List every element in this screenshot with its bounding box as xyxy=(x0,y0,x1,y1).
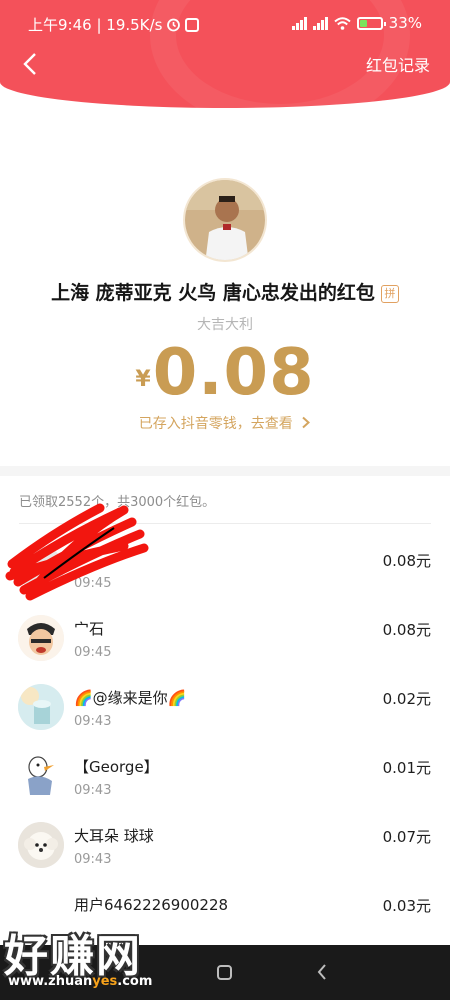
receive-time: 09:43 xyxy=(74,852,112,867)
battery-level xyxy=(359,19,367,27)
avatar xyxy=(18,615,64,661)
currency-symbol: ¥ xyxy=(135,367,151,392)
back-button[interactable] xyxy=(14,48,46,80)
battery-percent: 33% xyxy=(388,14,422,32)
receiver-name: 用户6462226900228 xyxy=(74,896,229,914)
avatar xyxy=(18,684,64,730)
home-button[interactable] xyxy=(217,965,232,980)
receive-amount: 0.03元 xyxy=(382,897,431,915)
sender-text: 上海 庞蒂亚克 火鸟 唐心忠发出的红包 xyxy=(51,282,375,304)
receive-amount: 0.08元 xyxy=(382,552,431,570)
receiver-name: 宀石 xyxy=(74,620,105,638)
alarm-icon xyxy=(167,18,181,32)
watermark-url: www.zhuanyes.com xyxy=(8,974,153,989)
chevron-right-icon xyxy=(302,416,311,429)
status-time: 上午9:46 | 19.5K/s xyxy=(28,16,163,34)
person-photo xyxy=(185,180,265,260)
receiver-name: 【George】 xyxy=(74,758,159,776)
status-bar: 上午9:46 | 19.5K/s 33% xyxy=(0,0,450,46)
signal-icon xyxy=(312,16,328,30)
battery-icon xyxy=(356,16,386,30)
notification-icon xyxy=(185,17,200,32)
wifi-icon xyxy=(334,16,351,30)
receiver-name: 大耳朵 球球 xyxy=(74,827,154,845)
receive-amount: 0.02元 xyxy=(382,690,431,708)
received-amount: ¥0.08 xyxy=(0,336,450,410)
list-item[interactable]: 🌈@缘来是你🌈 09:43 0.02元 xyxy=(0,676,450,745)
greeting-text: 大吉大利 xyxy=(197,317,253,333)
sender-title: 上海 庞蒂亚克 火鸟 唐心忠发出的红包拼 xyxy=(0,278,450,305)
receive-time: 09:43 xyxy=(74,783,112,798)
chevron-left-icon xyxy=(23,53,36,75)
receive-time: 09:43 xyxy=(74,714,112,729)
signal-icon xyxy=(291,16,307,30)
receive-amount: 0.01元 xyxy=(382,759,431,777)
list-item[interactable]: 大耳朵 球球 09:43 0.07元 xyxy=(0,814,450,883)
receive-time: 09:45 xyxy=(74,645,112,660)
wallet-link[interactable]: 已存入抖音零钱，去查看 xyxy=(0,413,450,433)
avatar xyxy=(18,753,64,799)
site-watermark: 好赚网 www.zhuanyes.com xyxy=(0,916,200,996)
receive-amount: 0.08元 xyxy=(382,621,431,639)
group-badge: 拼 xyxy=(380,284,399,303)
avatar xyxy=(18,822,64,868)
receiver-name: 🌈@缘来是你🌈 xyxy=(74,689,187,707)
receive-amount: 0.07元 xyxy=(382,828,431,846)
list-item[interactable]: 宀石 09:45 0.08元 xyxy=(0,607,450,676)
wallet-link-text: 已存入抖音零钱，去查看 xyxy=(138,416,293,432)
section-divider xyxy=(0,466,450,476)
redaction-scribble xyxy=(5,503,149,601)
list-item[interactable]: 【George】 09:43 0.01元 xyxy=(0,745,450,814)
sender-avatar[interactable] xyxy=(183,178,267,262)
back-arrow-icon[interactable] xyxy=(316,963,328,981)
amount-value: 0.08 xyxy=(152,336,315,410)
red-packet-record-link[interactable]: 红包记录 xyxy=(366,52,430,76)
